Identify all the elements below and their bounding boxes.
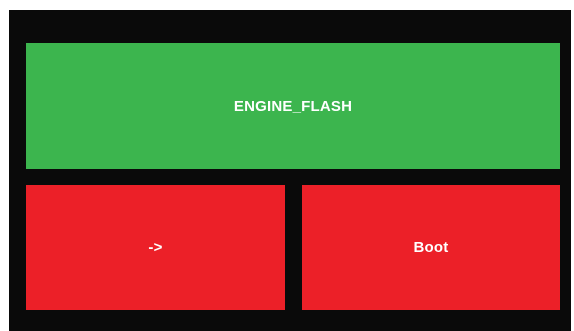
panel-screen: ENGINE_FLASH -> Boot (9, 10, 571, 331)
arrow-button[interactable]: -> (26, 185, 285, 310)
engine-flash-button[interactable]: ENGINE_FLASH (26, 43, 560, 169)
boot-button[interactable]: Boot (302, 185, 560, 310)
